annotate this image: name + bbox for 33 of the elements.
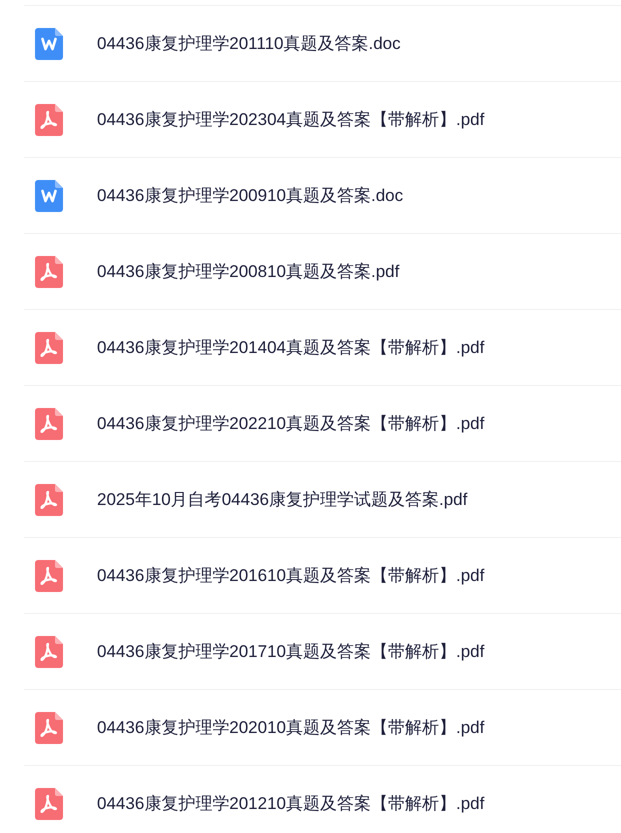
file-name: 2025年10月自考04436康复护理学试题及答案.pdf	[97, 488, 468, 511]
file-row[interactable]: 04436康复护理学202210真题及答案【带解析】.pdf	[24, 386, 621, 462]
file-row[interactable]: 04436康复护理学201710真题及答案【带解析】.pdf	[24, 614, 621, 690]
pdf-document-icon	[35, 408, 63, 440]
file-row[interactable]: 04436康复护理学202010真题及答案【带解析】.pdf	[24, 690, 621, 766]
file-name: 04436康复护理学200810真题及答案.pdf	[97, 260, 400, 283]
pdf-document-icon	[35, 712, 63, 744]
file-row[interactable]: 04436康复护理学201404真题及答案【带解析】.pdf	[24, 310, 621, 386]
file-name: 04436康复护理学202304真题及答案【带解析】.pdf	[97, 108, 484, 131]
file-name: 04436康复护理学201404真题及答案【带解析】.pdf	[97, 336, 484, 359]
word-document-icon	[35, 28, 63, 60]
pdf-document-icon	[35, 484, 63, 516]
word-document-icon	[35, 180, 63, 212]
file-row[interactable]: 04436康复护理学200910真题及答案.doc	[24, 158, 621, 234]
file-name: 04436康复护理学201610真题及答案【带解析】.pdf	[97, 564, 484, 587]
file-name: 04436康复护理学201710真题及答案【带解析】.pdf	[97, 640, 484, 663]
pdf-document-icon	[35, 256, 63, 288]
file-name: 04436康复护理学202010真题及答案【带解析】.pdf	[97, 716, 484, 739]
file-name: 04436康复护理学201210真题及答案【带解析】.pdf	[97, 792, 484, 815]
file-row[interactable]: 04436康复护理学201110真题及答案.doc	[24, 6, 621, 82]
file-row[interactable]: 04436康复护理学201210真题及答案【带解析】.pdf	[24, 766, 621, 833]
pdf-document-icon	[35, 104, 63, 136]
pdf-document-icon	[35, 332, 63, 364]
pdf-document-icon	[35, 560, 63, 592]
file-row[interactable]: 04436康复护理学200810真题及答案.pdf	[24, 234, 621, 310]
file-name: 04436康复护理学202210真题及答案【带解析】.pdf	[97, 412, 484, 435]
pdf-document-icon	[35, 636, 63, 668]
file-name: 04436康复护理学201110真题及答案.doc	[97, 32, 401, 55]
file-row[interactable]: 04436康复护理学201610真题及答案【带解析】.pdf	[24, 538, 621, 614]
file-row[interactable]: 2025年10月自考04436康复护理学试题及答案.pdf	[24, 462, 621, 538]
pdf-document-icon	[35, 788, 63, 820]
file-row[interactable]: 04436康复护理学202304真题及答案【带解析】.pdf	[24, 82, 621, 158]
file-name: 04436康复护理学200910真题及答案.doc	[97, 184, 404, 207]
